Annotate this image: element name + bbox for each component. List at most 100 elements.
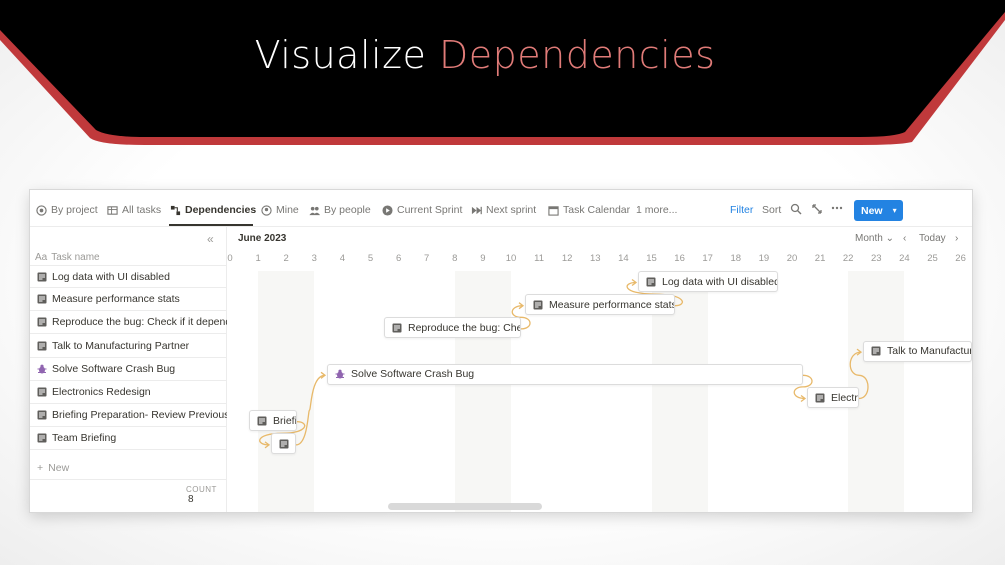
task-row-label: Reproduce the bug: Check if it depends o… (52, 316, 227, 329)
page-icon (37, 410, 47, 420)
skip-forward-icon (471, 206, 482, 214)
page-icon (37, 387, 47, 397)
tab-all-tasks[interactable]: All tasks (107, 203, 161, 217)
tab-label: Next sprint (486, 204, 537, 216)
dependency-link[interactable] (295, 374, 326, 446)
timeline-card[interactable]: Team Briefing (271, 433, 296, 455)
page-icon (257, 416, 267, 426)
task-row-label: Measure performance stats (52, 293, 180, 306)
horizontal-scrollbar[interactable] (388, 503, 542, 510)
plus-icon: + (37, 462, 44, 474)
bug-icon (37, 364, 47, 374)
task-row-label: Solve Software Crash Bug (52, 362, 176, 375)
task-row[interactable]: Reproduce the bug: Check if it depends o… (30, 311, 227, 335)
text-property-icon: Aa (35, 252, 48, 263)
task-name-column-header[interactable]: Aa Task name (35, 252, 100, 263)
timeline-panel: June 2023 Month ⌄ ‹ Today › 0 1 2 3 4 5 6 7 8 9 10… (227, 227, 972, 512)
task-row-label: Log data with UI disabled (52, 270, 170, 283)
page-icon (815, 393, 825, 402)
timeline-card-label: Electronics Redesign (831, 391, 858, 404)
task-row[interactable]: Solve Software Crash Bug (30, 358, 227, 381)
new-row-label: New (48, 462, 70, 474)
tab-label: By people (324, 204, 371, 216)
page-icon (37, 294, 47, 304)
timeline-card-label: Talk to Manufacturing Partner (887, 345, 971, 358)
sort-button[interactable]: Sort (762, 204, 781, 216)
new-row-button[interactable]: + New (30, 457, 227, 480)
headline-word-2: Dependencies (438, 33, 716, 77)
expand-icon[interactable] (811, 203, 823, 215)
people-icon (309, 206, 320, 215)
tab-label: By project (51, 204, 98, 216)
page-icon (646, 277, 656, 286)
count-value: 8 (188, 494, 195, 505)
page-icon (37, 317, 47, 327)
page-icon (533, 300, 543, 310)
task-row[interactable]: Talk to Manufacturing Partner (30, 335, 227, 358)
tab-by-people[interactable]: By people (309, 203, 371, 217)
filter-button[interactable]: Filter (730, 204, 753, 216)
task-row[interactable]: Electronics Redesign (30, 381, 227, 404)
timeline-card[interactable]: Measure performance stats (525, 294, 675, 316)
timeline-card-label: Team Briefing (295, 438, 296, 450)
search-icon[interactable] (790, 203, 802, 215)
more-options-icon[interactable] (831, 205, 843, 211)
task-row[interactable]: Measure performance stats (30, 288, 227, 312)
task-row-label: Briefing Preparation- Review Previous Da… (52, 409, 227, 422)
bug-icon (335, 369, 345, 379)
page-icon (37, 341, 47, 351)
tab-label: Mine (276, 204, 299, 216)
tab-next-sprint[interactable]: Next sprint (471, 203, 536, 217)
timeline-card-label: Solve Software Crash Bug (351, 368, 475, 381)
timeline-card[interactable]: Talk to Manufacturing Partner (863, 340, 972, 362)
tab-by-project[interactable]: By project (36, 203, 98, 217)
timeline-card[interactable]: Solve Software Crash Bug (327, 363, 803, 385)
count-label: COUNT (186, 485, 217, 494)
task-list-panel: « Aa Task name Log data with UI disabled… (30, 227, 227, 512)
target-icon (36, 204, 47, 216)
tab-label: Current Sprint (397, 204, 463, 216)
timeline-card[interactable]: Briefing Preparation- Review Previous Da… (249, 410, 297, 432)
tab-task-calendar[interactable]: Task Calendar (548, 203, 630, 217)
tab-label: All tasks (122, 204, 162, 216)
page-icon (392, 323, 402, 333)
timeline-card-label: Reproduce the bug: Check if it depends o… (408, 321, 520, 334)
person-icon (261, 204, 272, 216)
task-row-label: Team Briefing (52, 432, 117, 445)
page-icon (37, 272, 47, 281)
timeline-card-label: Measure performance stats (549, 298, 675, 311)
page-icon (279, 439, 289, 449)
new-button[interactable]: New ▾ (854, 200, 903, 221)
play-icon (382, 204, 393, 216)
tab-dependencies[interactable]: Dependencies (170, 203, 256, 217)
timeline-card[interactable]: Electronics Redesign (807, 387, 859, 408)
chevron-down-icon[interactable]: ▾ (893, 206, 897, 215)
collapse-panel-icon[interactable]: « (207, 232, 214, 246)
task-row[interactable]: Briefing Preparation- Review Previous Da… (30, 404, 227, 428)
task-row[interactable]: Team Briefing (30, 427, 227, 451)
tab-mine[interactable]: Mine (261, 203, 299, 217)
view-tabs-bar: By project All tasks Dependencies Mine B… (30, 190, 972, 227)
timeline-card-label: Log data with UI disabled (662, 275, 778, 288)
count-footer: COUNT 8 (186, 485, 226, 505)
column-header-label: Task name (51, 252, 100, 263)
more-views-button[interactable]: 1 more... (636, 203, 677, 217)
tab-label: Task Calendar (563, 204, 631, 216)
table-icon (107, 205, 118, 215)
headline-word-1: Visualize (254, 33, 427, 77)
task-row[interactable]: Log data with UI disabled (30, 265, 227, 288)
notion-timeline-window: By project All tasks Dependencies Mine B… (30, 190, 972, 512)
page-icon (37, 433, 47, 443)
dependencies-icon (170, 205, 181, 215)
tab-current-sprint[interactable]: Current Sprint (382, 203, 462, 217)
active-tab-indicator (169, 224, 253, 226)
timeline-card[interactable]: Reproduce the bug: Check if it depends o… (384, 317, 521, 339)
slide: Visualize Dependencies By project All ta… (0, 0, 1005, 565)
tab-label: Dependencies (185, 204, 257, 216)
timeline-card[interactable]: Log data with UI disabled (638, 271, 778, 292)
new-button-label: New (861, 204, 883, 217)
more-views-label: 1 more... (636, 204, 678, 216)
task-row-label: Talk to Manufacturing Partner (52, 339, 190, 352)
headline: Visualize Dependencies (0, 33, 970, 77)
timeline-card-label: Briefing Preparation- Review Previous Da… (273, 414, 297, 427)
